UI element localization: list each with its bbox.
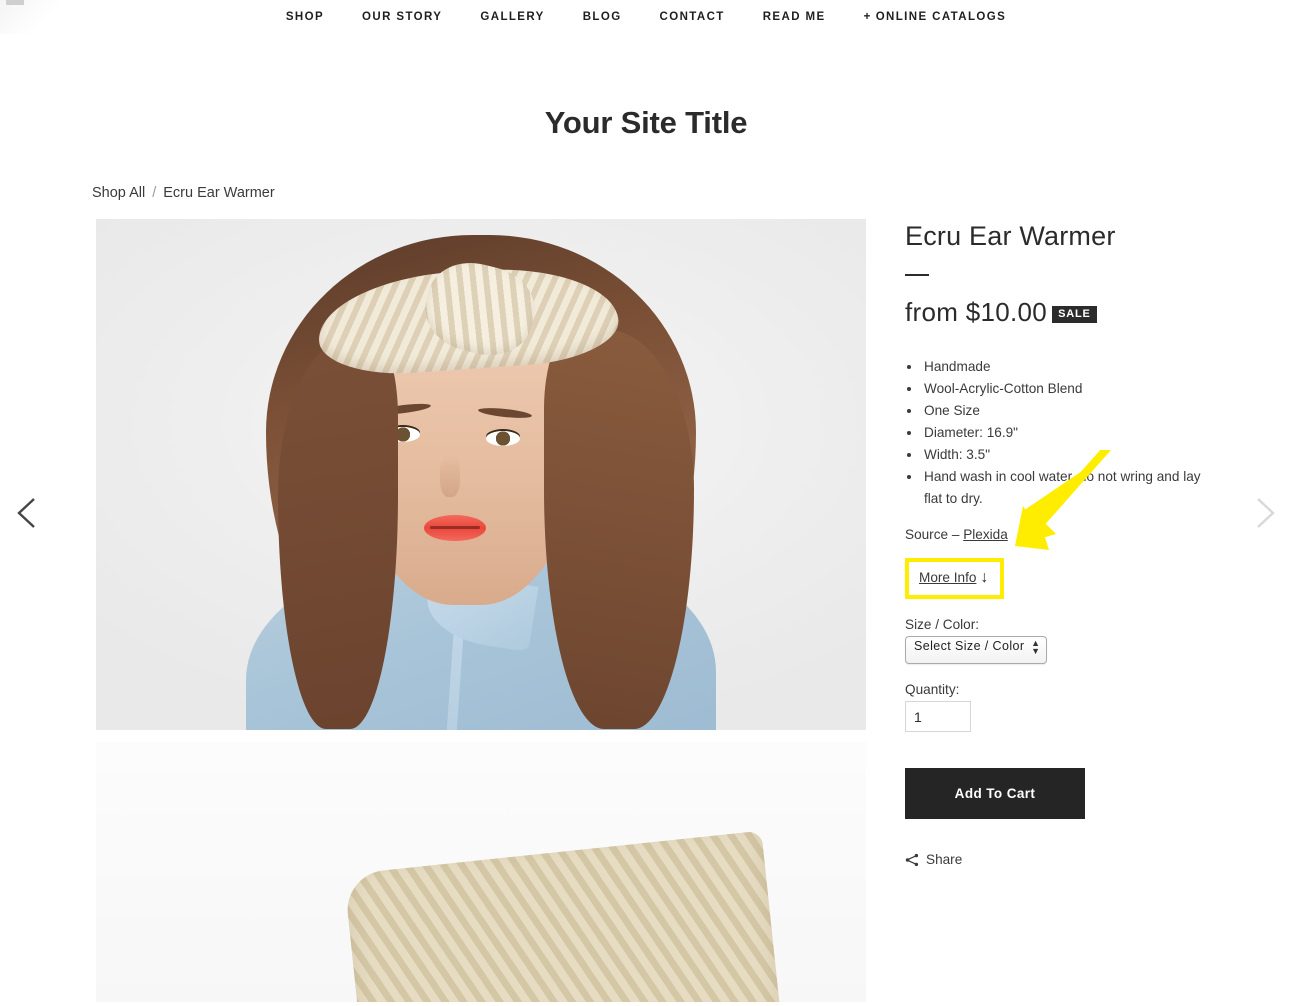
nav-label: OUR STORY [362, 11, 443, 23]
share-button[interactable]: Share [905, 852, 975, 867]
nav-label: ONLINE CATALOGS [875, 11, 1007, 23]
price-row: from $10.00 SALE [905, 297, 1205, 328]
breadcrumb-current: Ecru Ear Warmer [163, 185, 275, 201]
list-item: Hand wash in cool water, do not wring an… [922, 466, 1205, 510]
site-title: Your Site Title [544, 104, 748, 140]
product-gallery [96, 219, 866, 1002]
site-navigation: SHOP OUR STORY GALLERY BLOG CONTACT READ… [0, 0, 1292, 34]
plus-icon: + [863, 11, 872, 23]
model-hair-front-right [544, 329, 694, 729]
chevron-right-icon[interactable] [1241, 490, 1287, 536]
list-item: One Size [922, 400, 1205, 422]
breadcrumb-parent-link[interactable]: Shop All [92, 185, 145, 201]
quantity-label: Quantity: [905, 682, 960, 697]
add-to-cart-button[interactable]: Add To Cart [905, 768, 1085, 819]
source-prefix: Source – [905, 527, 960, 542]
nav-item-shop[interactable]: SHOP [267, 0, 343, 34]
model-eye-right [486, 431, 520, 446]
title-divider [905, 274, 929, 276]
nav-item-gallery[interactable]: GALLERY [461, 0, 563, 34]
list-item: Width: 3.5" [922, 444, 1205, 466]
source-line: Source – Plexida [905, 524, 1205, 546]
chevron-updown-icon: ▲ ▼ [1031, 638, 1041, 656]
nav-label: BLOG [582, 11, 622, 23]
size-color-label: Size / Color: [905, 617, 980, 632]
more-info-highlight-box: More Info ↓ [905, 558, 1005, 599]
source-link[interactable]: Plexida [963, 527, 1008, 542]
quantity-input[interactable] [905, 701, 971, 732]
list-item: Handmade [922, 356, 1205, 378]
nav-item-read-me[interactable]: READ ME [744, 0, 845, 34]
chevron-left-icon[interactable] [5, 490, 51, 536]
share-label: Share [926, 852, 963, 867]
arrow-down-icon: ↓ [980, 569, 989, 586]
product-image-secondary[interactable] [96, 742, 866, 1002]
nav-label: READ ME [762, 11, 826, 23]
list-item: Diameter: 16.9" [922, 422, 1205, 444]
product-price: from $10.00 [905, 297, 1048, 327]
product-image-primary[interactable] [96, 219, 866, 730]
share-icon [905, 853, 919, 866]
nav-label: CONTACT [659, 11, 725, 23]
model-nose [440, 455, 460, 497]
breadcrumb-separator: / [152, 185, 157, 201]
nav-item-blog[interactable]: BLOG [564, 0, 641, 34]
nav-item-our-story[interactable]: OUR STORY [343, 0, 461, 34]
model-hair-front-left [278, 339, 398, 729]
breadcrumb: Shop All / Ecru Ear Warmer [92, 185, 275, 201]
product-details: Ecru Ear Warmer from $10.00 SALE Handmad… [905, 219, 1205, 867]
nav-label: GALLERY [480, 11, 545, 23]
more-info-link[interactable]: More Info [919, 570, 976, 585]
size-color-select[interactable]: Select Size / Color ▲ ▼ [905, 636, 1048, 664]
size-color-selected-value: Select Size / Color [914, 639, 1025, 653]
nav-item-contact[interactable]: CONTACT [641, 0, 744, 34]
product-title: Ecru Ear Warmer [905, 221, 1116, 251]
list-item: Wool-Acrylic-Cotton Blend [922, 378, 1205, 400]
nav-item-online-catalogs[interactable]: + ONLINE CATALOGS [845, 0, 1026, 34]
model-lips [424, 515, 486, 541]
nav-label: SHOP [285, 11, 325, 23]
status-badge-sale: SALE [1052, 306, 1097, 323]
product-spec-list: Handmade Wool-Acrylic-Cotton Blend One S… [905, 356, 1205, 510]
